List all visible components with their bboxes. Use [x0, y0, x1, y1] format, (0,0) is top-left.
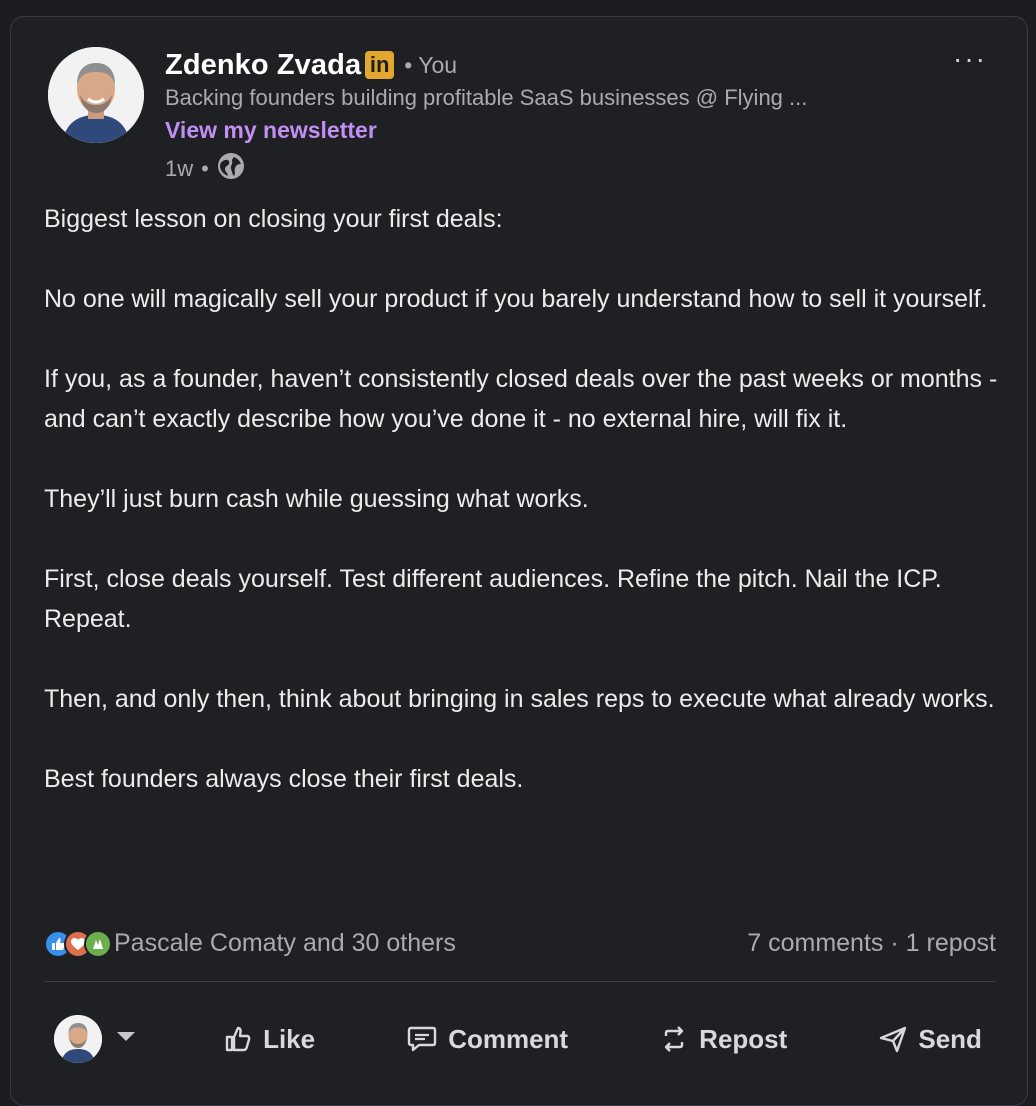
post-body: Biggest lesson on closing your first dea…	[44, 199, 1004, 799]
comments-reposts: 7 comments · 1 repost	[747, 929, 996, 958]
comments-count-link[interactable]: 7 comments	[747, 929, 883, 957]
author-headline: Backing founders building profitable Saa…	[165, 85, 808, 110]
celebrate-icon	[84, 929, 112, 958]
post-meta: 1w •	[165, 152, 245, 186]
send-icon	[878, 1024, 908, 1054]
post-time: 1w	[165, 156, 194, 181]
globe-icon	[217, 152, 245, 186]
post-paragraph: They’ll just burn cash while guessing wh…	[44, 485, 589, 513]
view-newsletter-link[interactable]: View my newsletter	[165, 117, 377, 144]
caret-down-icon	[116, 1030, 136, 1048]
reposts-count-link[interactable]: 1 repost	[906, 929, 996, 957]
meta-separator: •	[201, 156, 209, 181]
repost-icon	[659, 1024, 689, 1054]
counts-separator: ·	[890, 929, 899, 957]
repost-label: Repost	[699, 1023, 788, 1054]
reaction-identity-switcher[interactable]	[44, 1011, 146, 1067]
repost-button[interactable]: Repost	[645, 1016, 801, 1063]
more-options-button[interactable]: ···	[953, 43, 987, 75]
relation-label: • You	[404, 51, 458, 78]
author-name-row: Zdenko Zvada in • You	[165, 47, 457, 83]
post-paragraph: Best founders always close their first d…	[44, 765, 524, 793]
post-card: Zdenko Zvada in • You Backing founders b…	[10, 16, 1028, 1106]
send-button[interactable]: Send	[864, 1016, 996, 1063]
social-counts: Pascale Comaty and 30 others 7 comments …	[44, 929, 996, 958]
divider	[44, 981, 996, 982]
like-button[interactable]: Like	[209, 1016, 329, 1063]
reaction-icons	[44, 929, 112, 958]
author-avatar[interactable]	[48, 47, 144, 143]
post-paragraph: No one will magically sell your product …	[44, 285, 988, 313]
like-label: Like	[263, 1023, 316, 1054]
post-paragraph: If you, as a founder, haven’t consistent…	[44, 365, 998, 433]
comment-label: Comment	[448, 1023, 569, 1054]
author-name[interactable]: Zdenko Zvada	[165, 49, 361, 82]
reactions-text: Pascale Comaty and 30 others	[114, 929, 456, 957]
post-paragraph: Then, and only then, think about bringin…	[44, 685, 995, 713]
action-bar: Like Comment Repost Send	[44, 1007, 996, 1071]
actor-avatar	[54, 1015, 102, 1063]
send-label: Send	[918, 1023, 982, 1054]
post-paragraph: Biggest lesson on closing your first dea…	[44, 205, 503, 233]
comment-button[interactable]: Comment	[392, 1016, 582, 1063]
thumbs-up-icon	[223, 1024, 253, 1054]
linkedin-premium-icon: in	[365, 51, 395, 79]
post-paragraph: First, close deals yourself. Test differ…	[44, 565, 942, 633]
comment-icon	[406, 1024, 438, 1054]
reactions-summary[interactable]: Pascale Comaty and 30 others	[44, 929, 456, 958]
